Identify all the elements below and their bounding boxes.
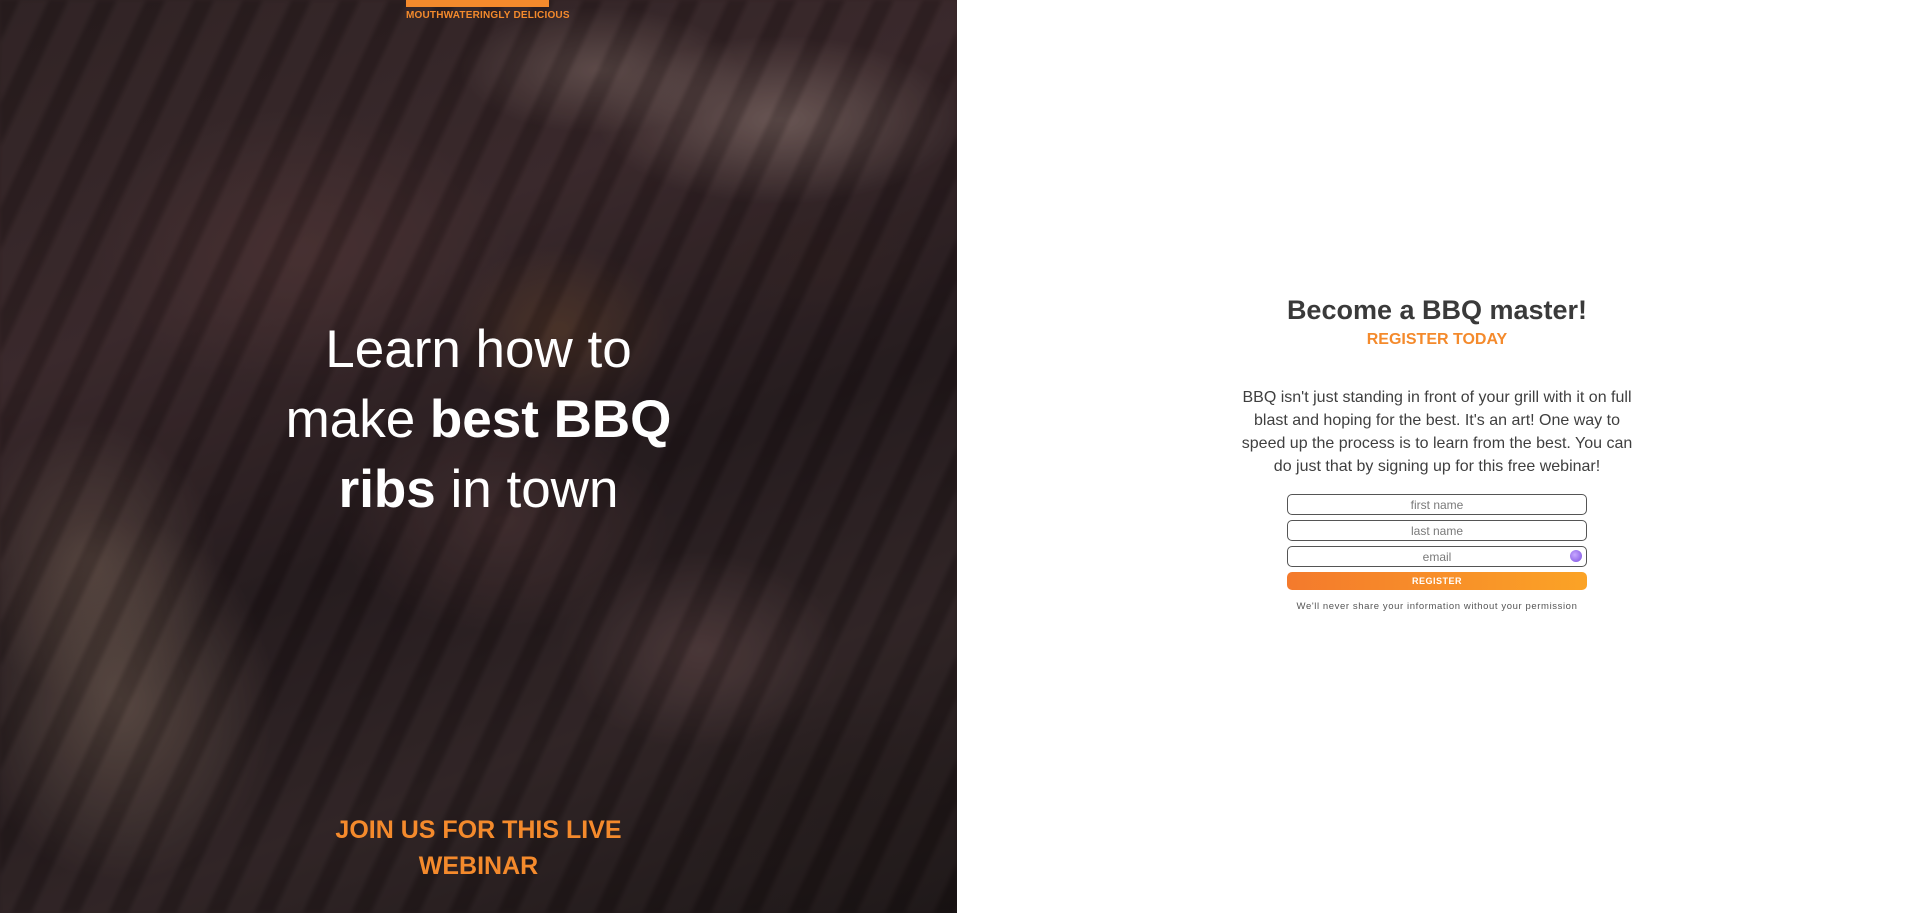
first-name-input[interactable] [1288, 495, 1586, 514]
headline-line-1: Learn how to [325, 320, 632, 379]
form-description: BBQ isn't just standing in front of your… [1241, 389, 1633, 475]
headline-line-3-bold: ribs [338, 460, 436, 519]
headline-line-2: make best BBQ [0, 385, 957, 455]
headline-line-2-bold: best BBQ [429, 390, 672, 449]
first-name-field-wrap [1287, 494, 1587, 515]
last-name-field-wrap [1287, 520, 1587, 541]
headline-line-3: ribs in town [0, 455, 957, 525]
join-line-1: JOIN US FOR THIS LIVE [335, 816, 622, 844]
last-name-input[interactable] [1288, 521, 1586, 540]
page: MOUTHWATERINGLY DELICIOUS Learn how to m… [0, 0, 1912, 913]
join-webinar-text: JOIN US FOR THIS LIVE WEBINAR [0, 812, 957, 884]
registration-form: Become a BBQ master! REGISTER TODAY BBQ … [1237, 290, 1637, 612]
register-button[interactable]: REGISTER [1287, 572, 1587, 590]
form-fields: REGISTER We'll never share your informat… [1287, 494, 1587, 612]
hero-panel: MOUTHWATERINGLY DELICIOUS Learn how to m… [0, 0, 957, 913]
headline-line-3-light: in town [435, 460, 619, 519]
hero-headline: Learn how to make best BBQ ribs in town [0, 315, 957, 525]
email-input[interactable] [1288, 547, 1586, 566]
form-title: Become a BBQ master! [1286, 295, 1588, 325]
autofill-extension-icon[interactable] [1570, 550, 1582, 562]
privacy-note: We'll never share your information witho… [1296, 601, 1578, 612]
registration-panel: Become a BBQ master! REGISTER TODAY BBQ … [957, 0, 1912, 913]
email-field-wrap [1287, 546, 1587, 567]
brand-bar [406, 0, 549, 7]
form-subtitle: REGISTER TODAY [1366, 331, 1508, 348]
brand-tagline: MOUTHWATERINGLY DELICIOUS [406, 10, 570, 21]
join-line-2: WEBINAR [418, 852, 539, 880]
headline-line-2-light: make [285, 390, 430, 449]
